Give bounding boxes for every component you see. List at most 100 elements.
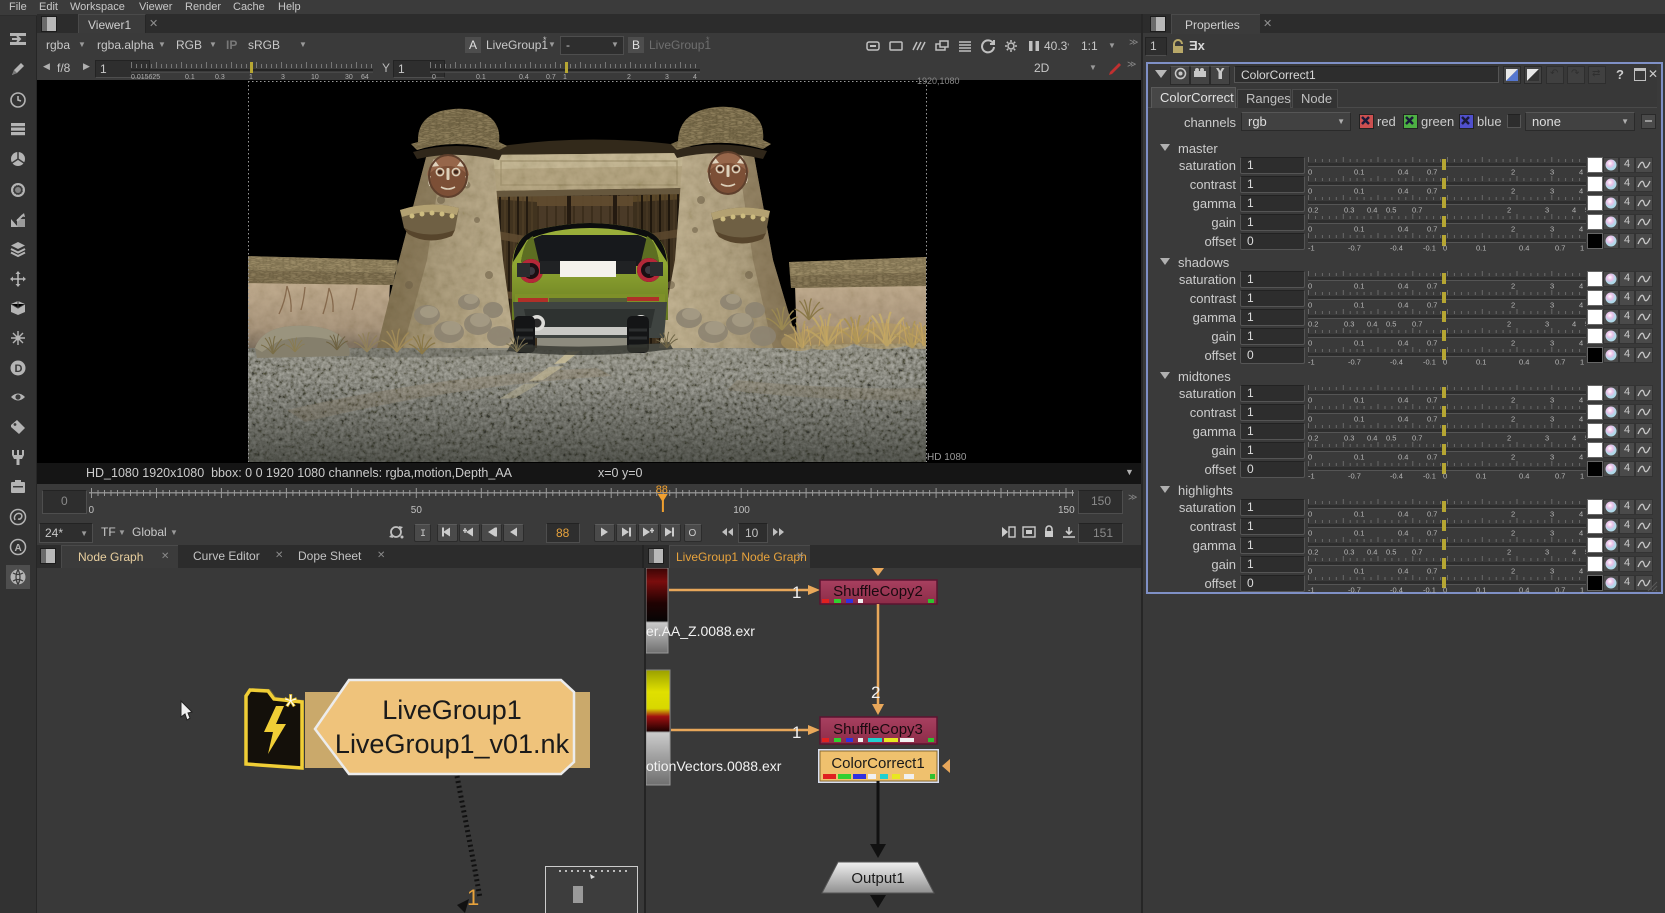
svg-text:1: 1 [1580, 244, 1584, 253]
svg-text:-1: -1 [1308, 586, 1315, 595]
svg-text:5: 5 [1585, 206, 1586, 215]
svg-text:3: 3 [1550, 510, 1554, 519]
svg-text:0.1: 0.1 [1354, 301, 1364, 310]
svg-text:0.1: 0.1 [1354, 529, 1364, 538]
svg-text:3: 3 [281, 74, 285, 79]
svg-text:*: * [284, 688, 297, 726]
svg-text:0.1: 0.1 [1354, 453, 1364, 462]
svg-text:3: 3 [1545, 320, 1549, 329]
svg-text:3: 3 [665, 74, 669, 79]
svg-text:150: 150 [1058, 505, 1075, 516]
svg-text:0.7: 0.7 [546, 74, 556, 79]
svg-text:10: 10 [311, 74, 319, 79]
svg-text:50: 50 [411, 505, 423, 516]
svg-text:-0.1: -0.1 [1423, 358, 1436, 367]
svg-text:3: 3 [1550, 168, 1554, 177]
svg-text:0.5: 0.5 [1386, 320, 1396, 329]
svg-text:2: 2 [1507, 434, 1511, 443]
svg-text:0.1: 0.1 [1354, 339, 1364, 348]
svg-text:0: 0 [1443, 244, 1447, 253]
svg-text:0.1: 0.1 [1476, 472, 1486, 481]
svg-text:1: 1 [1580, 586, 1584, 595]
svg-text:2: 2 [1511, 567, 1515, 576]
svg-text:0.1: 0.1 [1354, 567, 1364, 576]
svg-text:0: 0 [1308, 187, 1312, 196]
svg-text:1: 1 [792, 723, 801, 742]
svg-text:3: 3 [1550, 339, 1554, 348]
svg-text:4: 4 [1579, 339, 1583, 348]
svg-text:0.015625: 0.015625 [131, 74, 160, 79]
svg-text:3: 3 [1550, 187, 1554, 196]
svg-text:0.4: 0.4 [1398, 567, 1408, 576]
svg-text:0.7: 0.7 [1555, 586, 1565, 595]
svg-text:0.4: 0.4 [1367, 206, 1377, 215]
svg-text:er.AA_Z.0088.exr: er.AA_Z.0088.exr [646, 623, 755, 639]
svg-text:0.7: 0.7 [1555, 472, 1565, 481]
svg-text:4: 4 [1579, 301, 1583, 310]
svg-text:3: 3 [1550, 396, 1554, 405]
svg-text:2: 2 [1511, 225, 1515, 234]
svg-text:3: 3 [1550, 529, 1554, 538]
svg-text:-0.4: -0.4 [1390, 586, 1403, 595]
svg-text:0: 0 [1308, 282, 1312, 291]
svg-text:0.7: 0.7 [1427, 453, 1437, 462]
svg-text:0: 0 [1308, 339, 1312, 348]
svg-text:0.1: 0.1 [1354, 168, 1364, 177]
svg-text:0.7: 0.7 [1427, 510, 1437, 519]
svg-text:0.5: 0.5 [1386, 434, 1396, 443]
svg-text:0.7: 0.7 [1427, 168, 1437, 177]
svg-text:-0.4: -0.4 [1390, 358, 1403, 367]
svg-text:0: 0 [1308, 396, 1312, 405]
svg-text:0.7: 0.7 [1427, 567, 1437, 576]
svg-text:D: D [15, 363, 23, 375]
svg-text:3: 3 [1545, 548, 1549, 557]
svg-text:Output1: Output1 [851, 870, 904, 887]
svg-text:4: 4 [1579, 510, 1583, 519]
svg-text:4: 4 [1579, 529, 1583, 538]
svg-text:-0.4: -0.4 [1390, 472, 1403, 481]
svg-text:0.4: 0.4 [1398, 339, 1408, 348]
svg-text:0.4: 0.4 [1398, 529, 1408, 538]
svg-text:0: 0 [1308, 415, 1312, 424]
svg-text:0.7: 0.7 [1427, 187, 1437, 196]
svg-text:0: 0 [1308, 453, 1312, 462]
svg-text:0.2: 0.2 [1308, 548, 1318, 557]
svg-text:3: 3 [1550, 415, 1554, 424]
svg-text:0: 0 [89, 505, 95, 516]
svg-text:0.4: 0.4 [1398, 510, 1408, 519]
svg-text:0: 0 [1308, 529, 1312, 538]
svg-text:0.5: 0.5 [1386, 548, 1396, 557]
svg-text:0.1: 0.1 [476, 74, 486, 79]
svg-text:0.4: 0.4 [1519, 358, 1529, 367]
svg-text:otionVectors.0088.exr: otionVectors.0088.exr [646, 758, 782, 774]
svg-text:0.7: 0.7 [1555, 244, 1565, 253]
svg-text:0.4: 0.4 [519, 74, 529, 79]
svg-text:0.4: 0.4 [1398, 301, 1408, 310]
svg-text:3: 3 [1545, 434, 1549, 443]
svg-text:2: 2 [1507, 320, 1511, 329]
svg-text:4: 4 [1572, 206, 1576, 215]
svg-text:2: 2 [1511, 510, 1515, 519]
svg-text:3: 3 [1550, 453, 1554, 462]
svg-text:0.3: 0.3 [215, 74, 225, 79]
svg-text:0.2: 0.2 [1308, 320, 1318, 329]
svg-text:2: 2 [1507, 548, 1511, 557]
svg-text:0.3: 0.3 [1344, 434, 1354, 443]
svg-text:0.7: 0.7 [1427, 396, 1437, 405]
svg-text:O: O [689, 528, 697, 539]
svg-text:0.7: 0.7 [1427, 225, 1437, 234]
svg-text:0.7: 0.7 [1412, 320, 1422, 329]
svg-text:0: 0 [1308, 168, 1312, 177]
svg-text:4: 4 [1579, 567, 1583, 576]
svg-text:4: 4 [1572, 320, 1576, 329]
svg-text:LiveGroup1_v01.nk: LiveGroup1_v01.nk [335, 729, 570, 759]
svg-text:0.4: 0.4 [1398, 168, 1408, 177]
svg-text:4: 4 [1579, 415, 1583, 424]
svg-text:I: I [420, 529, 426, 539]
svg-text:0.3: 0.3 [1344, 206, 1354, 215]
svg-text:0: 0 [1308, 510, 1312, 519]
svg-text:0.3: 0.3 [1344, 548, 1354, 557]
svg-text:3: 3 [1545, 206, 1549, 215]
svg-text:1: 1 [792, 583, 801, 602]
svg-text:64: 64 [361, 74, 369, 79]
